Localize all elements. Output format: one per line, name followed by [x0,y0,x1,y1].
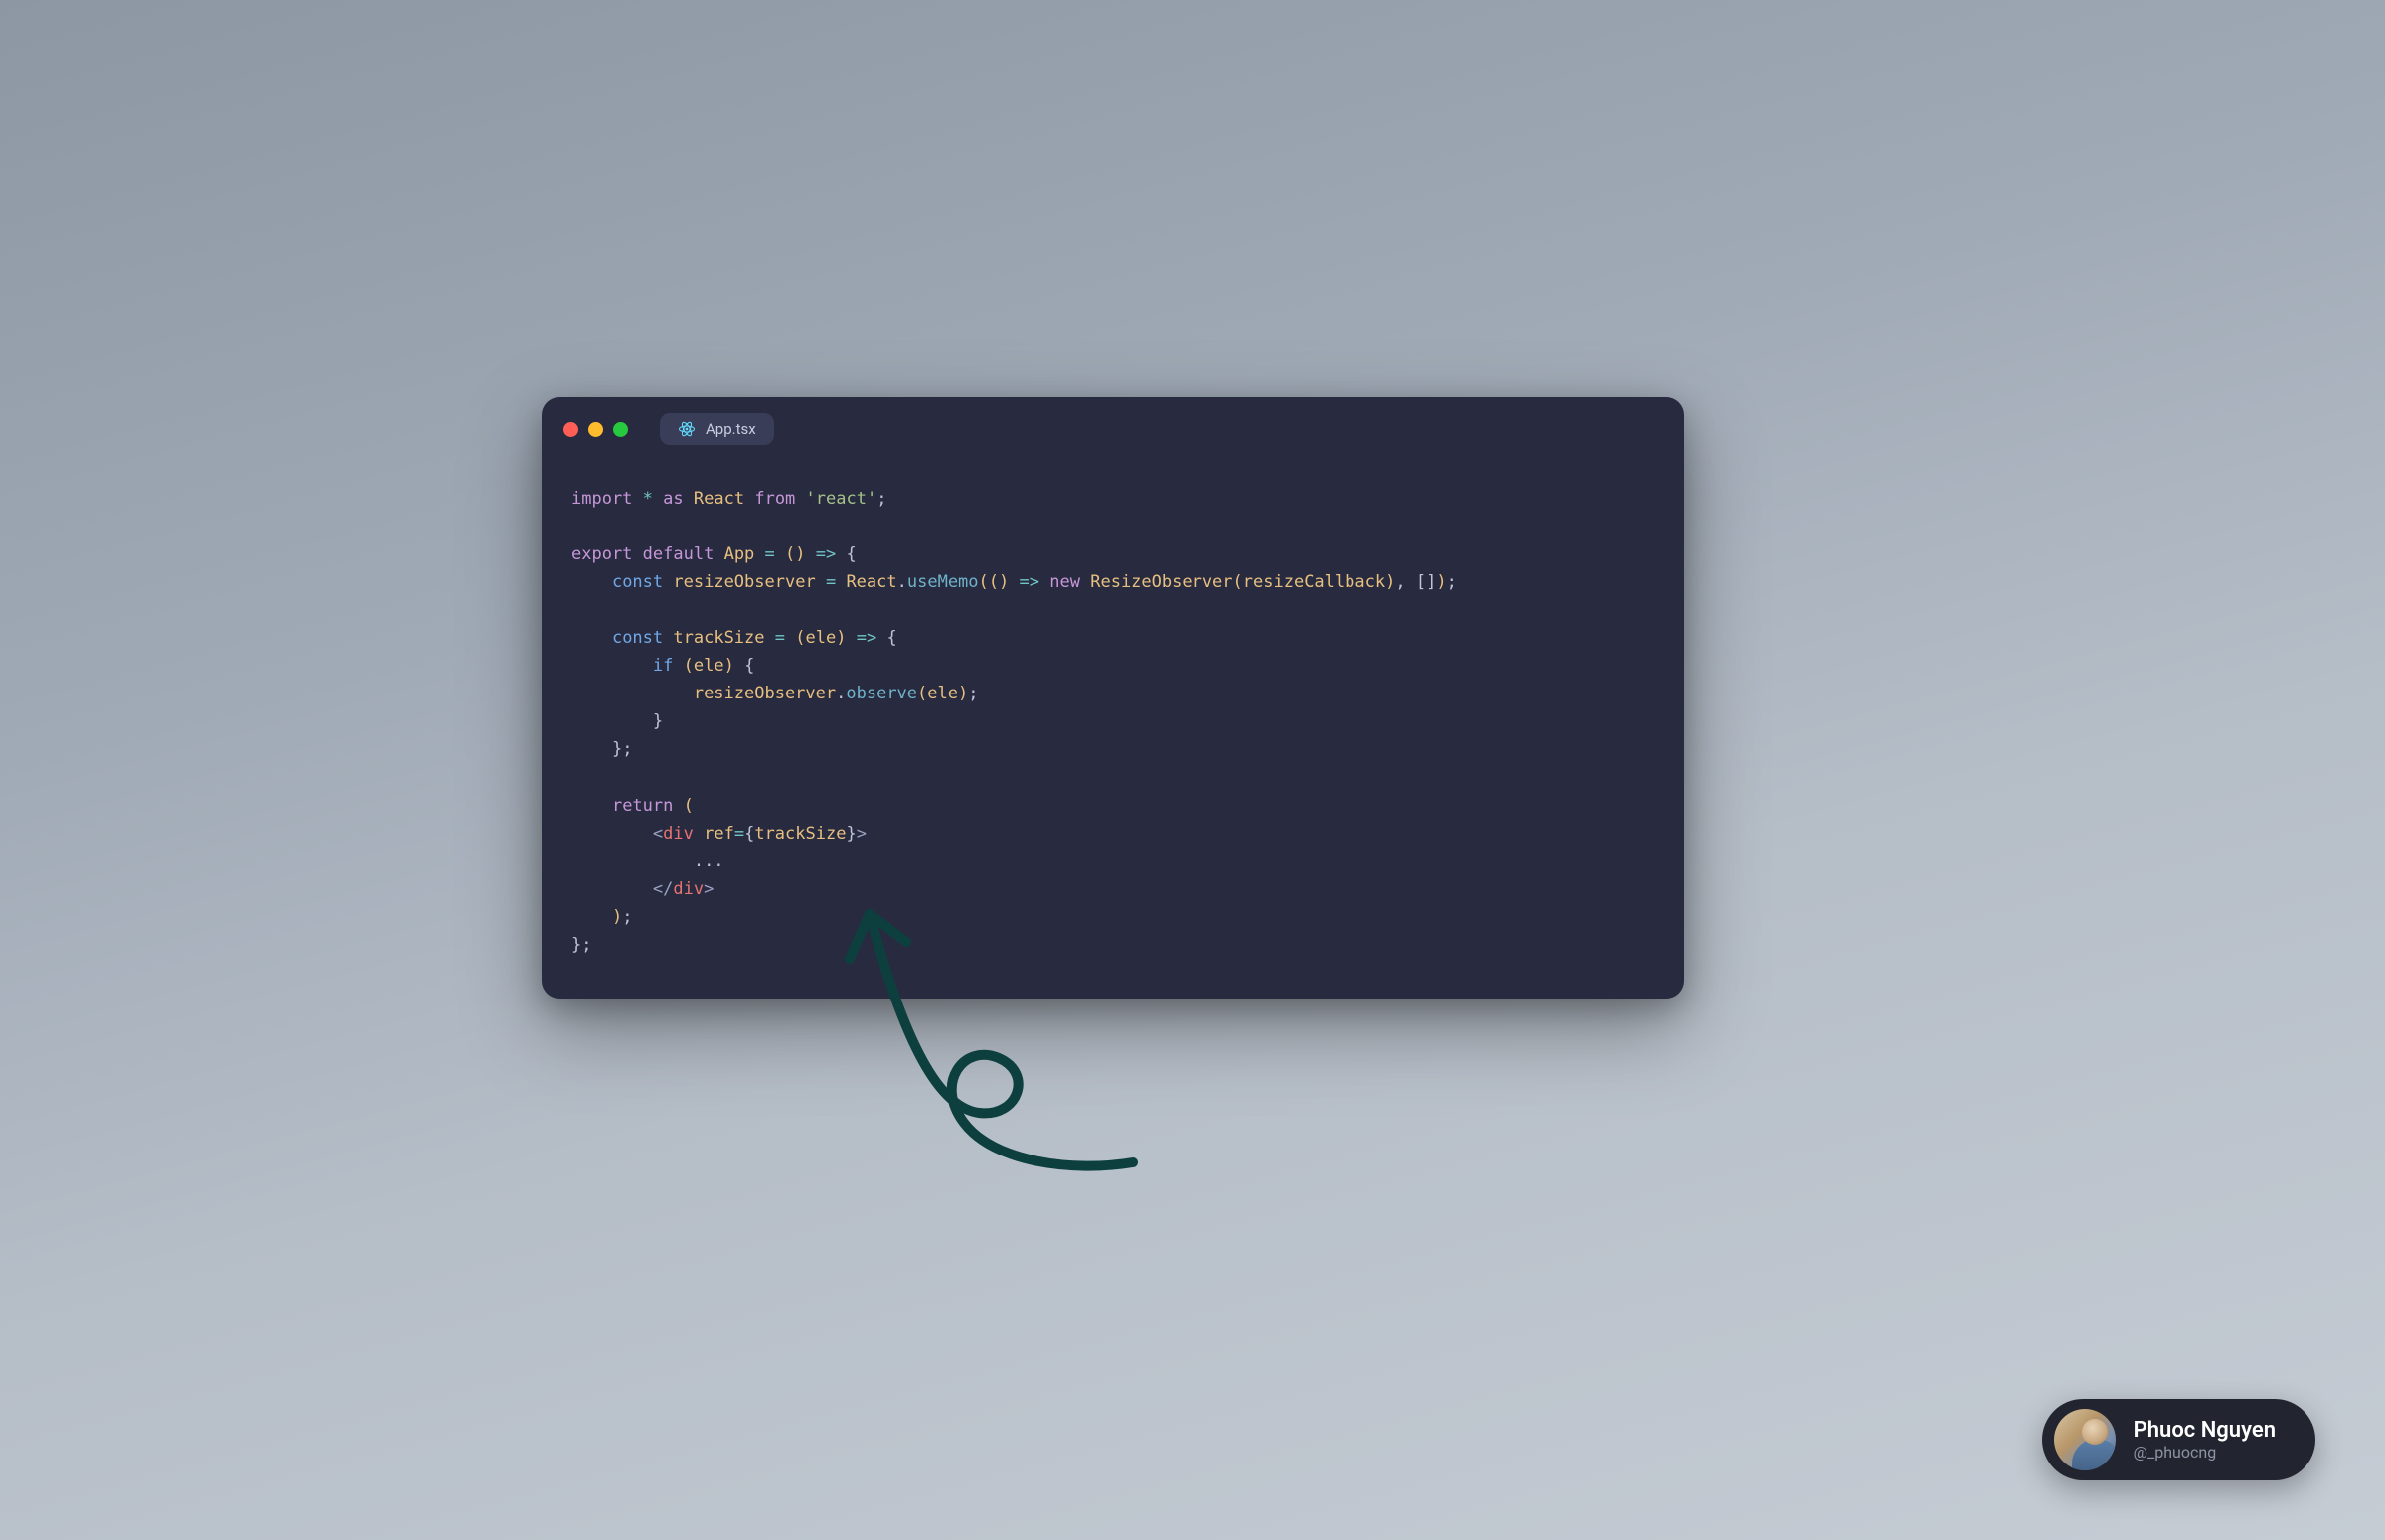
tok: div [673,879,704,899]
tok: from [754,489,795,509]
tok: observe [846,684,917,703]
tok: ele [927,684,958,703]
tok: resizeCallback [1243,572,1385,592]
tok: trackSize [673,628,764,648]
tok: ref [704,824,734,844]
tok: = [765,544,775,564]
tok: ] [1426,572,1436,592]
tok: [ [1416,572,1426,592]
tok: ; [581,935,591,955]
tok: ele [694,656,724,676]
tok: } [653,711,663,731]
tok: = [734,824,744,844]
file-tab[interactable]: App.tsx [660,413,774,445]
tok: useMemo [907,572,979,592]
tok: ; [968,684,978,703]
tok: ) [836,628,846,648]
tok: const [612,572,663,592]
window-controls [563,422,628,437]
react-icon [678,420,696,438]
tok: > [857,824,867,844]
tok: = [775,628,785,648]
tok: 'react' [806,489,877,509]
tok: new [1049,572,1080,592]
tok: ) [724,656,734,676]
tok: ( [785,544,795,564]
tok: ( [989,572,999,592]
tok: => [816,544,836,564]
tok: { [886,628,896,648]
tok: default [643,544,715,564]
code-window: App.tsx import * as React from 'react'; … [542,397,1684,999]
tok: ; [876,489,886,509]
tok: ( [684,796,694,816]
tok: * [643,489,653,509]
author-name: Phuoc Nguyen [2134,1418,2276,1443]
tok [694,824,704,844]
tok: < [653,824,663,844]
tok: return [612,796,673,816]
tok: ; [1447,572,1457,592]
code-block: import * as React from 'react'; export d… [542,455,1684,999]
tok: } [612,739,622,759]
tok: ele [806,628,837,648]
tok: } [571,935,581,955]
tok: > [704,879,714,899]
author-handle: @_phuocng [2134,1443,2276,1462]
minimize-icon[interactable] [588,422,603,437]
tok: ( [979,572,989,592]
tok: } [846,824,856,844]
tok: </ [653,879,673,899]
tok: . [836,684,846,703]
tok: resizeObserver [694,684,836,703]
tok: { [744,824,754,844]
tok: export [571,544,632,564]
tok: . [897,572,907,592]
maximize-icon[interactable] [613,422,628,437]
tok: as [663,489,683,509]
tok: ) [999,572,1009,592]
close-icon[interactable] [563,422,578,437]
tok: ( [684,656,694,676]
tok: import [571,489,632,509]
tok: , [1395,572,1405,592]
titlebar: App.tsx [542,397,1684,455]
tok: ) [1436,572,1446,592]
tok: React [694,489,744,509]
tok: App [724,544,755,564]
tok: ( [917,684,927,703]
tok: ... [694,851,724,871]
tok: => [1020,572,1039,592]
tok: ) [795,544,805,564]
file-tab-label: App.tsx [706,420,756,438]
tok: const [612,628,663,648]
tok: = [826,572,836,592]
tok: ( [795,628,805,648]
avatar [2054,1409,2116,1470]
tok: div [663,824,694,844]
tok: ResizeObserver [1090,572,1232,592]
tok: ; [622,907,632,927]
tok: ) [612,907,622,927]
author-badge[interactable]: Phuoc Nguyen @_phuocng [2042,1399,2315,1480]
tok: => [857,628,876,648]
tok: ) [1385,572,1395,592]
tok: ) [958,684,968,703]
tok: ; [622,739,632,759]
tok: React [846,572,896,592]
tok: { [847,544,857,564]
author-text: Phuoc Nguyen @_phuocng [2134,1418,2276,1462]
tok: { [744,656,754,676]
tok: trackSize [754,824,846,844]
tok: ( [1233,572,1243,592]
tok: if [653,656,673,676]
tok: resizeObserver [673,572,815,592]
